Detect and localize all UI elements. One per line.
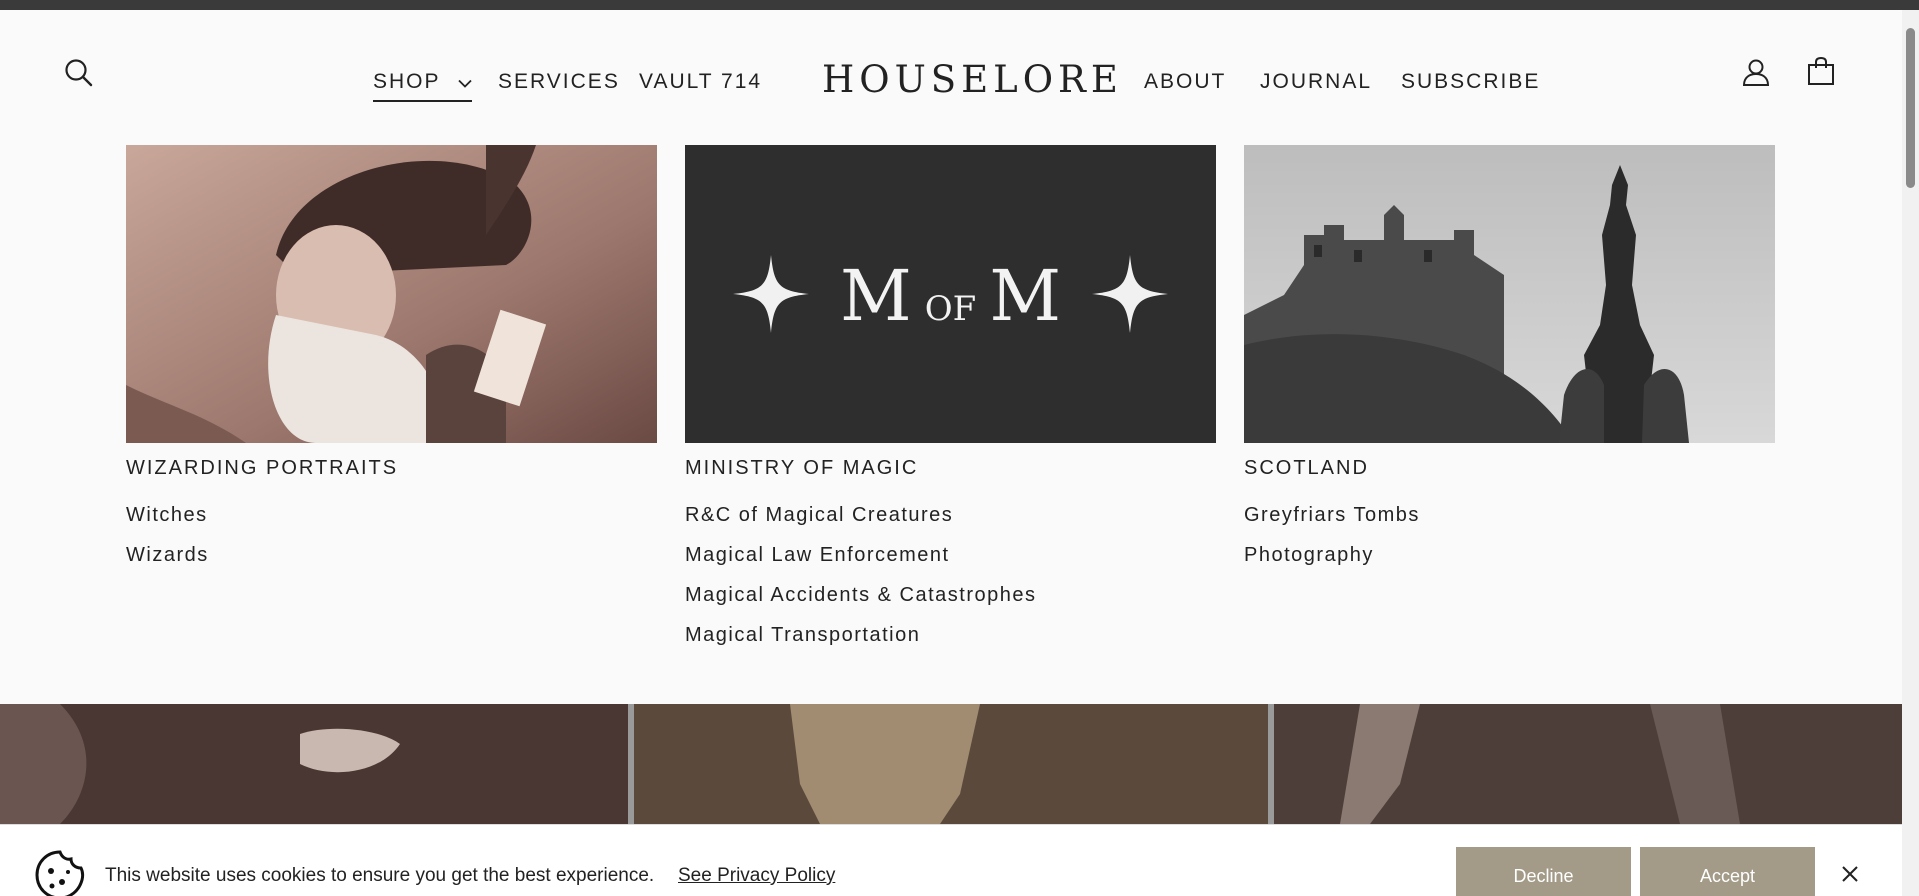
column-title[interactable]: MINISTRY OF MAGIC [685, 457, 1216, 480]
menu-link-greyfriars-tombs[interactable]: Greyfriars Tombs [1244, 504, 1775, 544]
hero-image-strip [0, 704, 1902, 824]
menu-column-scotland: SCOTLAND Greyfriars Tombs Photography [1244, 145, 1775, 584]
menu-link-rc-magical-creatures[interactable]: R&C of Magical Creatures [685, 504, 1216, 544]
chevron-down-icon [458, 70, 472, 94]
privacy-policy-link[interactable]: See Privacy Policy [678, 865, 835, 887]
cookie-banner: This website uses cookies to ensure you … [0, 824, 1902, 896]
menu-link-magical-accidents[interactable]: Magical Accidents & Catastrophes [685, 584, 1216, 624]
cookie-icon [34, 849, 86, 896]
wizard-portrait-image[interactable] [126, 145, 657, 443]
nav-services[interactable]: SERVICES [498, 70, 620, 94]
scrollbar-thumb[interactable] [1906, 28, 1915, 188]
menu-link-witches[interactable]: Witches [126, 504, 657, 544]
menu-link-magical-transportation[interactable]: Magical Transportation [685, 624, 1216, 664]
nav-shop-label: SHOP [373, 70, 441, 93]
decline-button[interactable]: Decline [1456, 847, 1631, 896]
ministry-monogram: M OF M [840, 255, 1061, 337]
nav-journal[interactable]: JOURNAL [1260, 70, 1372, 94]
column-title[interactable]: WIZARDING PORTRAITS [126, 457, 657, 480]
monogram-m2: M [989, 255, 1062, 337]
shop-mega-menu: WIZARDING PORTRAITS Witches Wizards M OF… [0, 128, 1902, 704]
close-icon[interactable] [1841, 865, 1859, 888]
sparkle-star-icon [733, 255, 809, 338]
monogram-m1: M [840, 255, 912, 337]
browser-top-strip [0, 0, 1919, 10]
page-scrollbar[interactable] [1902, 10, 1919, 896]
cookie-message: This website uses cookies to ensure you … [105, 865, 655, 886]
nav-vault-714[interactable]: VAULT 714 [639, 70, 762, 94]
nav-about[interactable]: ABOUT [1144, 70, 1226, 94]
search-icon[interactable] [64, 58, 94, 93]
column-title[interactable]: SCOTLAND [1244, 457, 1775, 480]
menu-column-wizarding-portraits: WIZARDING PORTRAITS Witches Wizards [126, 145, 657, 584]
scotland-castle-image[interactable] [1244, 145, 1775, 443]
nav-shop[interactable]: SHOP [373, 70, 472, 103]
menu-link-wizards[interactable]: Wizards [126, 544, 657, 584]
account-icon[interactable] [1741, 57, 1771, 92]
ministry-of-magic-image[interactable]: M OF M [685, 145, 1216, 443]
menu-link-magical-law-enforcement[interactable]: Magical Law Enforcement [685, 544, 1216, 584]
nav-subscribe[interactable]: SUBSCRIBE [1401, 70, 1540, 94]
monogram-of: OF [924, 289, 977, 329]
menu-column-ministry-of-magic: M OF M MINISTRY OF MAGIC R&C of Magical … [685, 145, 1216, 664]
sparkle-star-icon [1092, 255, 1168, 338]
site-logo[interactable]: HOUSELORE [822, 58, 1123, 101]
accept-button[interactable]: Accept [1640, 847, 1815, 896]
cart-icon[interactable] [1806, 56, 1836, 91]
site-header: SHOP SERVICES VAULT 714 HOUSELORE ABOUT … [0, 10, 1902, 128]
menu-link-photography[interactable]: Photography [1244, 544, 1775, 584]
